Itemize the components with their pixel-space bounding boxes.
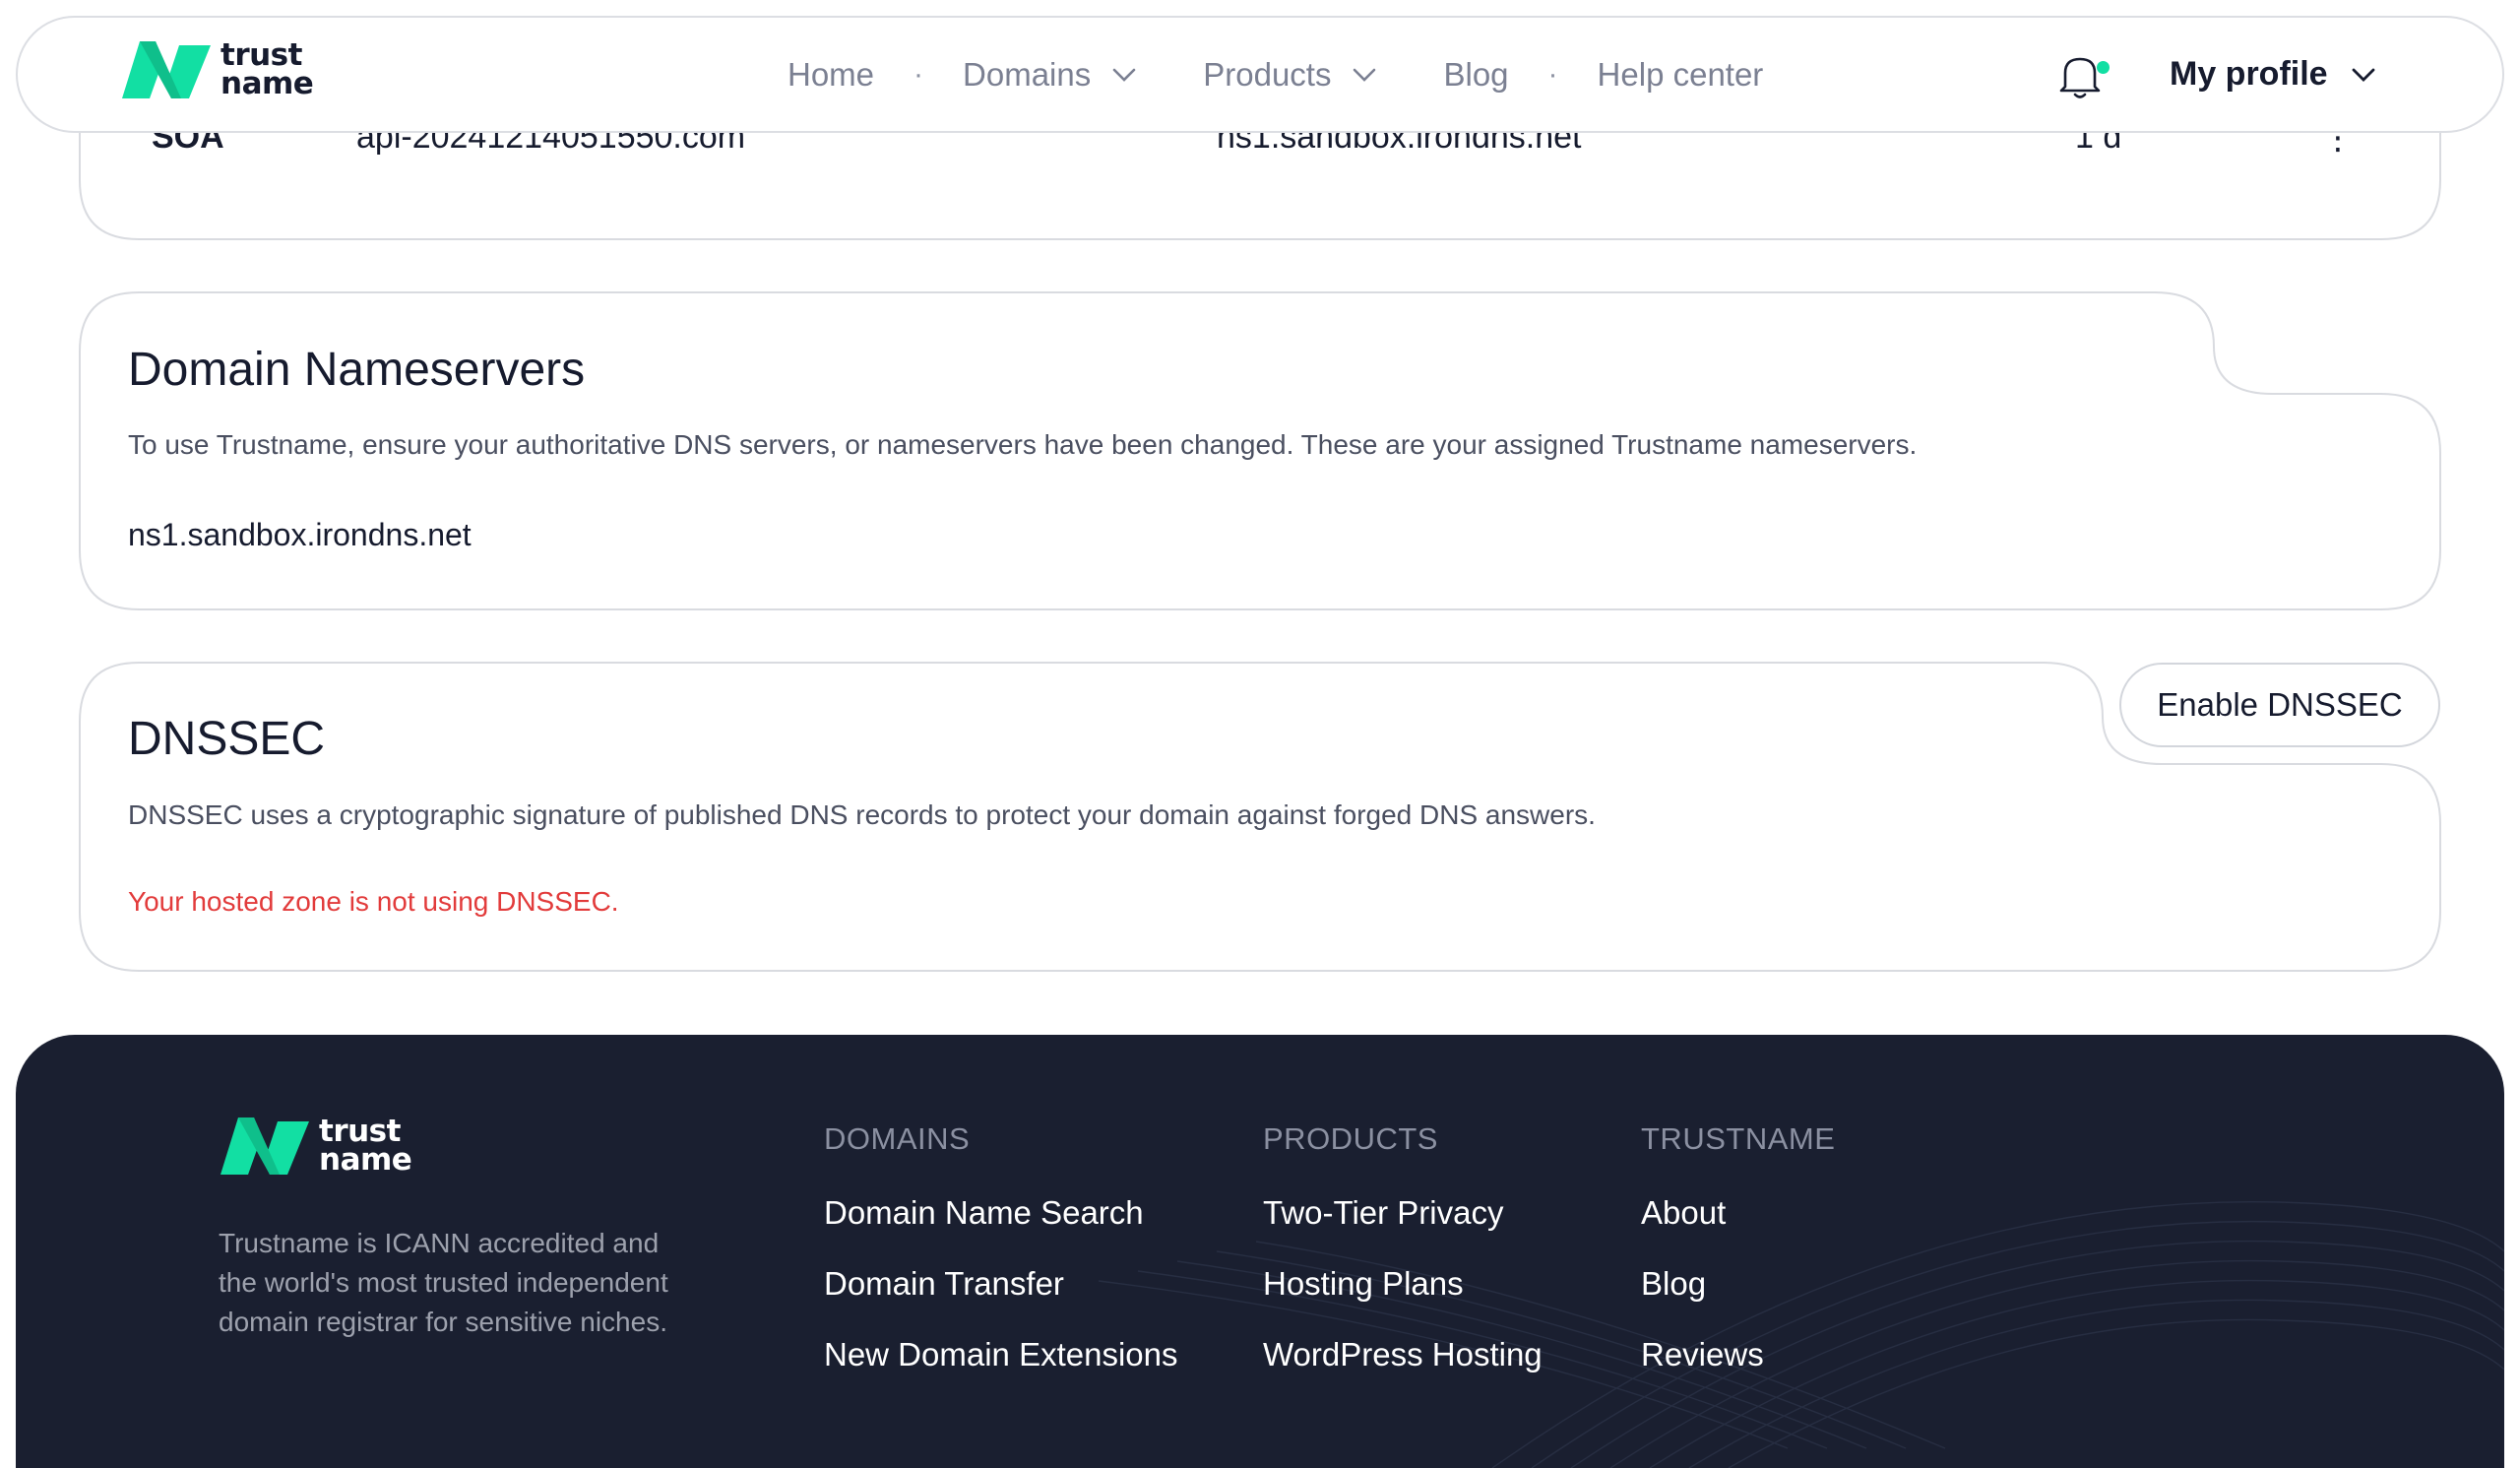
- footer-heading: TRUSTNAME: [1641, 1121, 1836, 1156]
- footer-about-text: Trustname is ICANN accredited and the wo…: [219, 1228, 668, 1337]
- nav-domains[interactable]: Domains: [963, 56, 1136, 94]
- footer-link[interactable]: Two-Tier Privacy: [1263, 1194, 1543, 1265]
- footer-link[interactable]: New Domain Extensions: [824, 1336, 1178, 1407]
- footer-link[interactable]: About: [1641, 1194, 1835, 1265]
- nav-separator: ·: [1547, 57, 1558, 91]
- dnssec-card-outline: [79, 662, 2441, 972]
- header-logo[interactable]: trust name: [120, 35, 314, 101]
- footer-heading: PRODUCTS: [1263, 1121, 1438, 1156]
- logo-wordmark: trust name: [220, 37, 314, 101]
- nav-home[interactable]: Home: [788, 56, 874, 94]
- enable-dnssec-button[interactable]: Enable DNSSEC: [2119, 663, 2440, 747]
- trustname-logo-icon: [122, 41, 211, 98]
- footer-link[interactable]: Blog: [1641, 1265, 1835, 1336]
- trustname-logo-icon: [220, 1117, 309, 1175]
- nameservers-card-outline: [79, 291, 2441, 610]
- nav-help-center[interactable]: Help center: [1598, 56, 1764, 94]
- notification-indicator: [2097, 61, 2110, 74]
- chevron-down-icon: [1112, 68, 1136, 82]
- footer-column-products: PRODUCTS Two-Tier Privacy Hosting Plans …: [1263, 1121, 1543, 1407]
- footer-link[interactable]: Reviews: [1641, 1336, 1835, 1407]
- nav-separator: ·: [914, 57, 924, 91]
- nav-blog-label: Blog: [1443, 55, 1509, 93]
- nav-products-label: Products: [1203, 55, 1332, 93]
- footer-heading: DOMAINS: [824, 1121, 971, 1156]
- nav-help-label: Help center: [1597, 55, 1764, 93]
- bell-icon[interactable]: [2057, 51, 2103, 100]
- nav-home-label: Home: [788, 55, 875, 93]
- footer-column-trustname: TRUSTNAME About Blog Reviews: [1641, 1121, 1835, 1407]
- chevron-down-icon: [2352, 68, 2374, 82]
- logo-wordmark: trust name: [319, 1114, 412, 1178]
- footer: trust name Trustname is ICANN accredited…: [16, 1035, 2504, 1468]
- nav-domains-label: Domains: [963, 55, 1092, 93]
- chevron-down-icon: [1354, 68, 1376, 82]
- footer-column-domains: DOMAINS Domain Name Search Domain Transf…: [824, 1121, 1178, 1407]
- footer-link[interactable]: Hosting Plans: [1263, 1265, 1543, 1336]
- footer-link[interactable]: WordPress Hosting: [1263, 1336, 1543, 1407]
- nav-products[interactable]: Products: [1203, 56, 1376, 94]
- top-navigation-bar: trust name Home · Domains Products Blog …: [16, 16, 2504, 133]
- nav-blog[interactable]: Blog: [1443, 56, 1508, 94]
- profile-menu[interactable]: My profile: [2170, 18, 2375, 131]
- main-nav: Home · Domains Products Blog · Help cent…: [788, 18, 1763, 131]
- footer-link[interactable]: Domain Transfer: [824, 1265, 1178, 1336]
- footer-link[interactable]: Domain Name Search: [824, 1194, 1178, 1265]
- footer-logo[interactable]: trust name: [219, 1112, 412, 1178]
- profile-label: My profile: [2170, 55, 2328, 93]
